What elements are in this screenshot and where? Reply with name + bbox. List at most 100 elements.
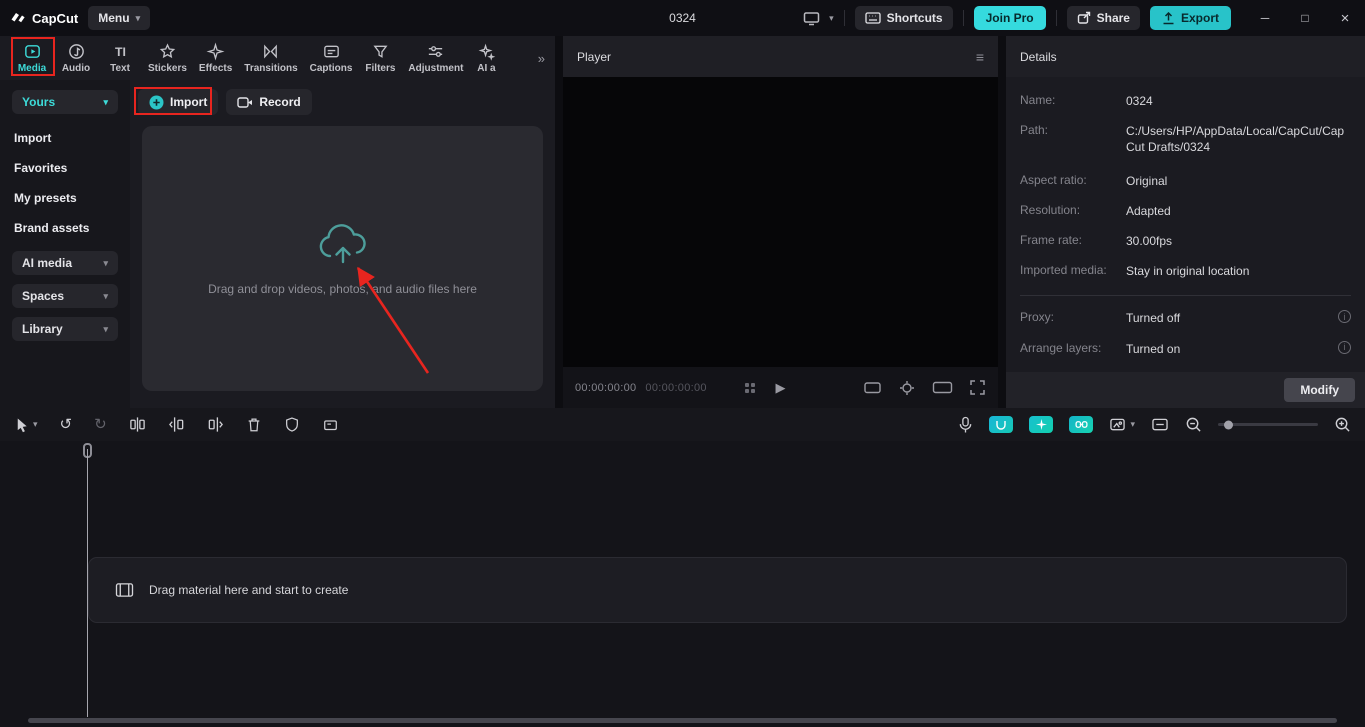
mask-button[interactable] bbox=[284, 416, 300, 433]
share-button[interactable]: Share bbox=[1066, 6, 1140, 30]
delete-button[interactable] bbox=[246, 416, 262, 433]
main-track-magnet-button[interactable] bbox=[989, 416, 1014, 433]
tab-media[interactable]: Media bbox=[10, 42, 54, 74]
tab-audio[interactable]: Audio bbox=[54, 42, 98, 74]
details-title: Details bbox=[1020, 49, 1057, 64]
zoom-in-button[interactable] bbox=[1334, 416, 1351, 433]
tab-label: Filters bbox=[365, 63, 396, 74]
menu-label: Menu bbox=[98, 11, 130, 25]
detail-value: Adapted bbox=[1126, 203, 1171, 218]
focus-icon[interactable] bbox=[898, 379, 916, 397]
crop-button[interactable] bbox=[322, 417, 339, 433]
player-viewport[interactable] bbox=[563, 77, 998, 367]
tab-label: Effects bbox=[198, 63, 233, 74]
text-icon: TI bbox=[111, 42, 130, 61]
tab-ai[interactable]: AI a bbox=[469, 42, 503, 74]
detail-row-name: Name: 0324 bbox=[1020, 93, 1351, 109]
share-icon bbox=[1077, 11, 1091, 25]
undo-icon: ↺ bbox=[59, 416, 73, 433]
detail-value: Original bbox=[1126, 173, 1168, 188]
media-dropzone[interactable]: Drag and drop videos, photos, and audio … bbox=[142, 126, 543, 391]
modify-button[interactable]: Modify bbox=[1284, 378, 1355, 402]
sidebar-item-spaces[interactable]: Spaces ▾ bbox=[12, 284, 118, 308]
svg-text:TI: TI bbox=[115, 45, 126, 59]
join-pro-button[interactable]: Join Pro bbox=[973, 6, 1046, 30]
split-button[interactable] bbox=[129, 416, 146, 433]
close-button[interactable]: × bbox=[1325, 0, 1365, 36]
trim-left-button[interactable] bbox=[168, 416, 185, 433]
tab-effects[interactable]: Effects bbox=[193, 42, 238, 74]
shortcuts-button[interactable]: Shortcuts bbox=[854, 6, 953, 30]
tab-label: AI a bbox=[477, 63, 496, 74]
sidebar-item-library[interactable]: Library ▾ bbox=[12, 317, 118, 341]
player-title: Player bbox=[577, 49, 612, 64]
adjustment-icon bbox=[426, 42, 445, 61]
timeline-empty-text: Drag material here and start to create bbox=[149, 583, 349, 597]
import-button[interactable]: Import bbox=[138, 89, 219, 115]
maximize-button[interactable]: □ bbox=[1285, 0, 1325, 36]
tab-transitions[interactable]: Transitions bbox=[238, 42, 303, 74]
select-tool-dropdown[interactable]: ▾ bbox=[14, 417, 38, 433]
detail-row-frame-rate: Frame rate: 30.00fps bbox=[1020, 233, 1351, 249]
link-clips-button[interactable] bbox=[1069, 416, 1094, 433]
chevron-down-icon: ▾ bbox=[33, 419, 38, 429]
sidebar-item-brand-assets[interactable]: Brand assets bbox=[12, 213, 118, 243]
sidebar-item-yours[interactable]: Yours ▾ bbox=[12, 90, 118, 114]
auto-snap-button[interactable] bbox=[1029, 416, 1054, 433]
sidebar-item-import[interactable]: Import bbox=[12, 123, 118, 153]
timeline-area[interactable]: Drag material here and start to create bbox=[0, 441, 1365, 727]
info-icon[interactable]: i bbox=[1338, 310, 1351, 324]
undo-button[interactable]: ↺ bbox=[60, 417, 73, 432]
tab-adjustment[interactable]: Adjustment bbox=[402, 42, 469, 74]
detail-row-arrange-layers: Arrange layers: Turned on i bbox=[1020, 340, 1351, 357]
export-button[interactable]: Export bbox=[1149, 6, 1231, 30]
detail-row-path: Path: C:/Users/HP/AppData/Local/CapCut/C… bbox=[1020, 123, 1351, 155]
zoom-slider-thumb[interactable] bbox=[1224, 420, 1233, 429]
timecode-duration: 00:00:00:00 bbox=[645, 381, 707, 394]
detail-label: Name: bbox=[1020, 93, 1056, 107]
separator bbox=[962, 10, 964, 26]
tab-stickers[interactable]: Stickers bbox=[142, 42, 193, 74]
fit-timeline-icon bbox=[1151, 417, 1169, 432]
voiceover-button[interactable] bbox=[958, 416, 973, 434]
sidebar-item-ai-media[interactable]: AI media ▾ bbox=[12, 251, 118, 275]
record-button[interactable]: Record bbox=[226, 89, 312, 115]
detail-label: Aspect ratio: bbox=[1020, 172, 1087, 187]
menu-button[interactable]: Menu ▾ bbox=[88, 6, 151, 30]
fullscreen-icon[interactable] bbox=[969, 379, 986, 396]
trim-right-button[interactable] bbox=[207, 416, 224, 433]
chevron-down-icon: ▾ bbox=[103, 96, 108, 107]
chevron-down-icon: ▾ bbox=[103, 290, 108, 301]
detail-label: Proxy: bbox=[1020, 310, 1055, 325]
media-icon bbox=[23, 42, 42, 61]
fit-timeline-button[interactable] bbox=[1151, 417, 1169, 432]
ratio-icon[interactable] bbox=[863, 379, 882, 396]
chevron-down-icon: ▾ bbox=[1130, 419, 1135, 429]
tab-text[interactable]: TI Text bbox=[98, 42, 142, 74]
redo-button[interactable]: ↻ bbox=[94, 417, 107, 432]
sidebar-item-my-presets[interactable]: My presets bbox=[12, 183, 118, 213]
timeline-empty-track[interactable]: Drag material here and start to create bbox=[88, 557, 1347, 623]
chevron-down-icon: ▾ bbox=[829, 12, 834, 23]
tab-captions[interactable]: Captions bbox=[304, 42, 359, 74]
more-tabs-button[interactable]: » bbox=[532, 51, 551, 66]
timeline-zoom-slider[interactable] bbox=[1218, 420, 1318, 429]
sidebar-item-favorites[interactable]: Favorites bbox=[12, 153, 118, 183]
tab-filters[interactable]: Filters bbox=[358, 42, 402, 74]
horizontal-scrollbar[interactable] bbox=[28, 718, 1337, 723]
minimize-button[interactable]: ─ bbox=[1245, 0, 1285, 36]
tab-label: Stickers bbox=[148, 63, 187, 74]
frame-grid-icon[interactable] bbox=[744, 381, 759, 394]
detail-row-resolution: Resolution: Adapted bbox=[1020, 203, 1351, 219]
info-icon[interactable]: i bbox=[1338, 340, 1351, 354]
cover-dropdown[interactable]: ▾ bbox=[1109, 417, 1135, 432]
zoom-out-button[interactable] bbox=[1185, 416, 1202, 433]
timecode-current: 00:00:00:00 bbox=[575, 381, 637, 394]
scrollbar-thumb[interactable] bbox=[28, 718, 1337, 723]
detail-label: Imported media: bbox=[1020, 263, 1107, 278]
separator bbox=[1055, 10, 1057, 26]
play-button[interactable]: ▶ bbox=[776, 380, 786, 396]
resolution-icon[interactable] bbox=[932, 380, 953, 395]
display-mode-dropdown[interactable]: ▾ bbox=[803, 11, 834, 26]
player-menu-icon[interactable]: ≡ bbox=[976, 49, 984, 65]
